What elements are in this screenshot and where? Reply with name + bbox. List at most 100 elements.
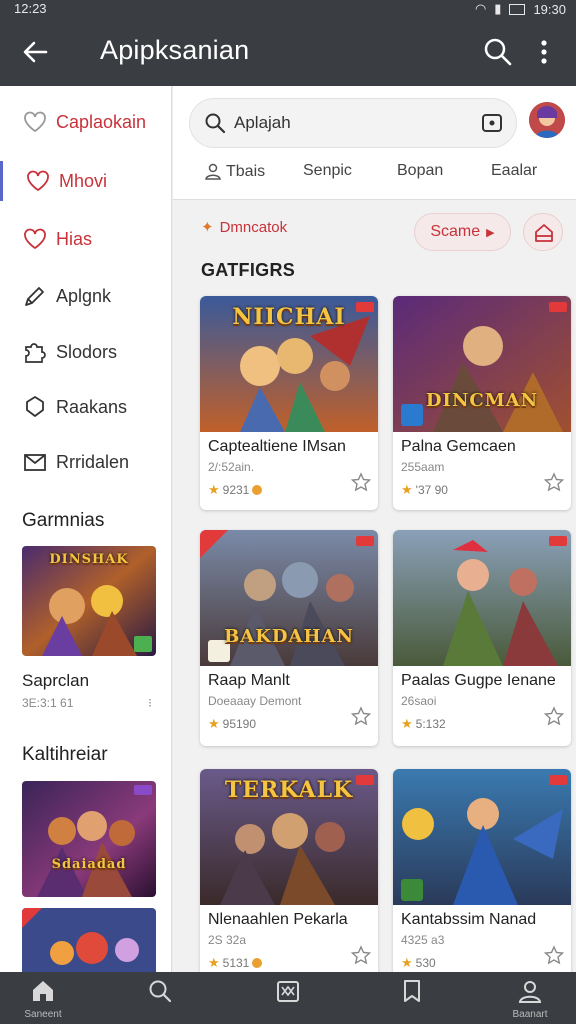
- bookmark-icon: [404, 980, 420, 1002]
- sidebar-item-caplaokain[interactable]: Caplaokain: [0, 102, 171, 142]
- game-title: Paalas Gugpe Ienane: [401, 672, 556, 689]
- rating-value: 95190: [222, 717, 257, 731]
- nav-profile[interactable]: Baanart: [490, 978, 570, 1020]
- avatar[interactable]: [529, 102, 565, 138]
- sidebar-game-thumbnail[interactable]: Sdaiadad: [22, 781, 156, 897]
- game-subtitle: 4325 a3: [401, 933, 445, 947]
- heart-outline-icon: [24, 111, 46, 133]
- store-button[interactable]: [523, 213, 563, 251]
- tab-tbais[interactable]: Tbais: [203, 162, 265, 182]
- thumbnail-title: TERKALK: [224, 777, 354, 803]
- sidebar-item-label: Slodors: [56, 341, 118, 362]
- game-meta-text: 3E:3:1 61: [22, 696, 74, 710]
- sidebar-item-rrridalen[interactable]: Rrridalen: [0, 442, 171, 482]
- game-thumbnail: BAKDAHAN: [200, 530, 378, 666]
- avatar-image: [529, 102, 565, 138]
- store-icon: [535, 224, 553, 242]
- game-subtitle: 2S 32a: [208, 933, 247, 947]
- bookmark-star-icon[interactable]: [350, 705, 372, 727]
- bookmark-star-icon[interactable]: [350, 944, 372, 966]
- status-time: 12:23: [14, 1, 47, 16]
- star-icon: ★: [208, 716, 220, 731]
- game-title: Palna Gemcaen: [401, 438, 516, 455]
- spark-icon: ✦: [201, 219, 214, 236]
- game-title: Nlenaahlen Pekarla: [208, 911, 348, 928]
- thumbnail-title: Sdaiadad: [51, 857, 127, 872]
- scan-icon[interactable]: [480, 111, 504, 135]
- game-art-image: [393, 296, 571, 432]
- page-title: Apipksanian: [100, 35, 250, 65]
- game-title: Raap Manlt: [208, 672, 290, 689]
- pencil-icon: [25, 287, 44, 306]
- nav-label: Saneent: [24, 1009, 62, 1020]
- promo-link[interactable]: ✦ Dmncatok: [201, 218, 287, 237]
- sidebar-section-title: Kaltihreiar: [22, 744, 108, 765]
- game-art-image: [22, 908, 156, 972]
- tab-label: Senpic: [303, 162, 352, 179]
- thumbnail-title: NIICHAI: [232, 304, 346, 330]
- heart-outline-icon: [27, 170, 49, 192]
- bookmark-star-icon[interactable]: [543, 471, 565, 493]
- game-subtitle: 26saoi: [401, 694, 437, 708]
- sidebar-item-label: Raakans: [56, 396, 128, 417]
- battery-icon: [509, 3, 526, 15]
- rating-value: 9231: [222, 483, 250, 497]
- star-icon: ★: [401, 955, 413, 970]
- tab-label: Bopan: [397, 162, 444, 179]
- more-vert-icon[interactable]: [530, 36, 558, 68]
- game-card[interactable]: NIICHAI Captealtiene IMsan 2/:52ain. ★ 9…: [200, 296, 378, 510]
- game-title: Kantabssim Nanad: [401, 911, 537, 928]
- game-thumbnail: TERKALK: [200, 769, 378, 905]
- game-rating: ★ 9231: [208, 482, 263, 498]
- game-card[interactable]: Kantabssim Nanad 4325 a3 ★ 530: [393, 769, 571, 972]
- tab-bopan[interactable]: Bopan: [397, 162, 443, 180]
- nav-bookmark[interactable]: [372, 978, 452, 1009]
- search-icon[interactable]: [482, 36, 514, 68]
- sidebar-item-raakans[interactable]: Raakans: [0, 387, 171, 427]
- nav-search[interactable]: [120, 978, 200, 1009]
- sidebar-item-label: Aplgnk: [56, 285, 112, 306]
- sidebar-item-mhovi[interactable]: Mhovi: [0, 161, 171, 201]
- chevron-right-icon: ▶: [486, 226, 495, 239]
- person-icon: [205, 163, 221, 180]
- game-card[interactable]: BAKDAHAN Raap Manlt Doeaaay Demont ★ 951…: [200, 530, 378, 746]
- sidebar-item-aplgnk[interactable]: Aplgnk: [0, 276, 171, 316]
- app-bar: Apipksanian: [0, 18, 576, 86]
- sidebar-game-thumbnail[interactable]: [22, 908, 156, 972]
- nav-box[interactable]: [248, 978, 328, 1009]
- sidebar-item-hias[interactable]: Hias: [0, 219, 171, 259]
- score-button[interactable]: Scame ▶: [414, 213, 511, 251]
- game-rating: ★ 530: [401, 955, 436, 971]
- tab-eaalar[interactable]: Eaalar: [491, 162, 537, 180]
- game-art-image: [22, 781, 156, 897]
- sidebar-game-thumbnail[interactable]: DINSHAK: [22, 546, 156, 656]
- back-arrow-icon[interactable]: [20, 36, 52, 68]
- profile-icon: [518, 981, 542, 1003]
- section-title: GATFIGRS: [201, 260, 296, 280]
- sidebar-item-slodors[interactable]: Slodors: [0, 332, 171, 372]
- sidebar-item-label: Hias: [56, 228, 93, 249]
- game-card[interactable]: DINCMAN Palna Gemcaen 255aam ★ '37 90: [393, 296, 571, 510]
- box-icon: [277, 981, 299, 1002]
- star-icon: ★: [208, 955, 220, 970]
- game-subtitle: 2/:52ain.: [208, 460, 255, 474]
- nav-home[interactable]: Saneent: [3, 978, 83, 1020]
- bookmark-star-icon[interactable]: [543, 705, 565, 727]
- sidebar-game-meta: 3E:3:1 61 ⁝: [22, 696, 152, 710]
- sidebar-item-label: Caplaokain: [56, 111, 147, 132]
- game-card[interactable]: TERKALK Nlenaahlen Pekarla 2S 32a ★ 5131: [200, 769, 378, 972]
- nav-label: Baanart: [512, 1009, 548, 1020]
- game-card[interactable]: Paalas Gugpe Ienane 26saoi ★ 5:132: [393, 530, 571, 746]
- game-subtitle: Doeaaay Demont: [208, 694, 302, 708]
- status-time-right: 19:30: [533, 1, 566, 17]
- status-icons: ◠ ▮ 19:30: [475, 1, 566, 17]
- signal-icon: ▮: [494, 1, 502, 16]
- game-rating: ★ 5131: [208, 955, 263, 971]
- bookmark-star-icon[interactable]: [543, 944, 565, 966]
- tab-senpic[interactable]: Senpic: [303, 162, 352, 180]
- thumbnail-title: BAKDAHAN: [224, 626, 354, 647]
- more-icon[interactable]: ⁝: [148, 696, 152, 710]
- search-input[interactable]: Aplajah: [189, 98, 517, 148]
- bookmark-star-icon[interactable]: [350, 471, 372, 493]
- tab-label: Eaalar: [491, 162, 538, 179]
